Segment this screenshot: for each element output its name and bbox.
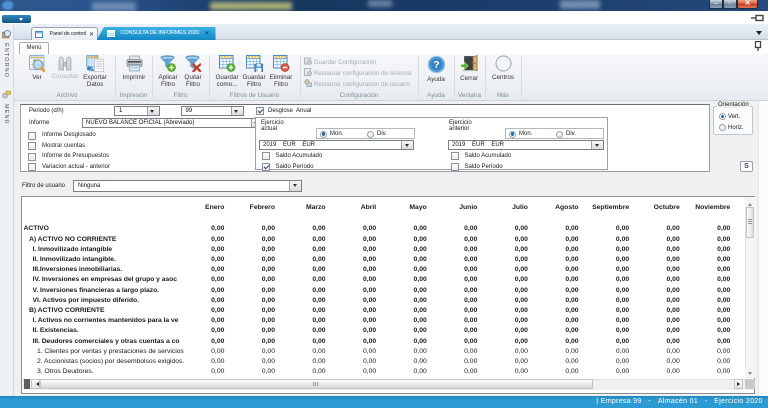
svg-text:?: ? — [433, 59, 439, 71]
